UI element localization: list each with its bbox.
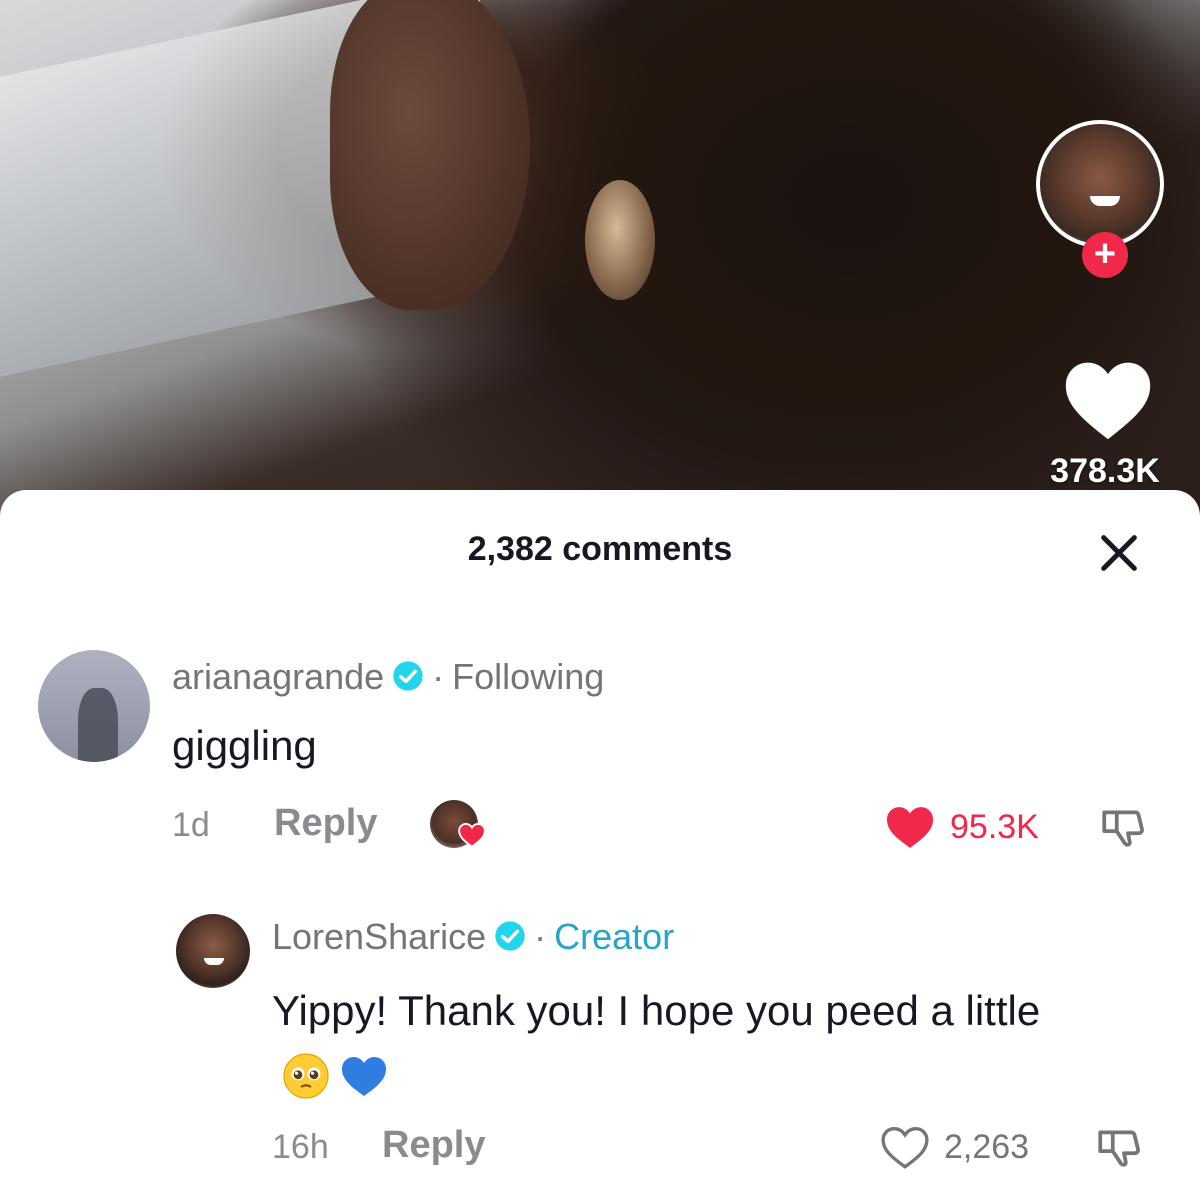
commenter-avatar[interactable] (38, 650, 150, 762)
video-like-count: 378.3K (1050, 452, 1160, 490)
reply-text-block: Yippy! Thank you! I hope you peed a litt… (272, 980, 1092, 1104)
avatar-smile (1090, 196, 1120, 206)
avatar-silhouette (78, 688, 118, 762)
comment-reply-button[interactable]: Reply (274, 802, 377, 845)
follow-plus-button[interactable]: + (1082, 232, 1128, 278)
comment-age: 1d (172, 806, 210, 844)
reply-age: 16h (272, 1128, 329, 1166)
comment-text: giggling (172, 722, 317, 769)
verified-badge-icon (495, 921, 525, 952)
reply-author-line: LorenSharice · Creator (272, 916, 674, 958)
comment-like-heart-icon[interactable] (884, 804, 936, 850)
comments-count-title: 2,382 comments (467, 530, 733, 568)
pleading-face-emoji-icon (283, 1053, 329, 1099)
reply-author-avatar[interactable] (176, 914, 250, 988)
comment-username[interactable]: arianagrande (172, 656, 384, 697)
close-icon[interactable] (1096, 530, 1142, 576)
reply-like-heart-icon[interactable] (880, 1124, 930, 1170)
verified-badge-icon (393, 661, 423, 692)
separator-dot: · (534, 916, 547, 957)
liked-by-creator-avatar (430, 800, 486, 848)
creator-profile[interactable]: + (1036, 120, 1176, 278)
blue-heart-emoji-icon (342, 1056, 386, 1096)
video-background[interactable] (0, 0, 1200, 520)
comment-like-count: 95.3K (950, 808, 1039, 846)
separator-dot: · (432, 656, 445, 697)
video-earring (585, 180, 655, 300)
creator-badge: Creator (554, 916, 675, 957)
avatar-smile (204, 958, 224, 965)
dislike-icon[interactable] (1098, 802, 1148, 852)
reply-like-count: 2,263 (944, 1128, 1030, 1166)
following-label: Following (452, 656, 605, 697)
reply-reply-button[interactable]: Reply (382, 1124, 485, 1167)
mini-heart-icon (458, 822, 486, 848)
comment-author-line: arianagrande · Following (172, 656, 604, 698)
like-heart-icon[interactable] (1062, 356, 1154, 442)
reply-text: Yippy! Thank you! I hope you peed a litt… (272, 987, 1041, 1034)
reply-username[interactable]: LorenSharice (272, 916, 486, 957)
dislike-icon[interactable] (1094, 1122, 1144, 1172)
creator-avatar[interactable] (1036, 120, 1164, 248)
